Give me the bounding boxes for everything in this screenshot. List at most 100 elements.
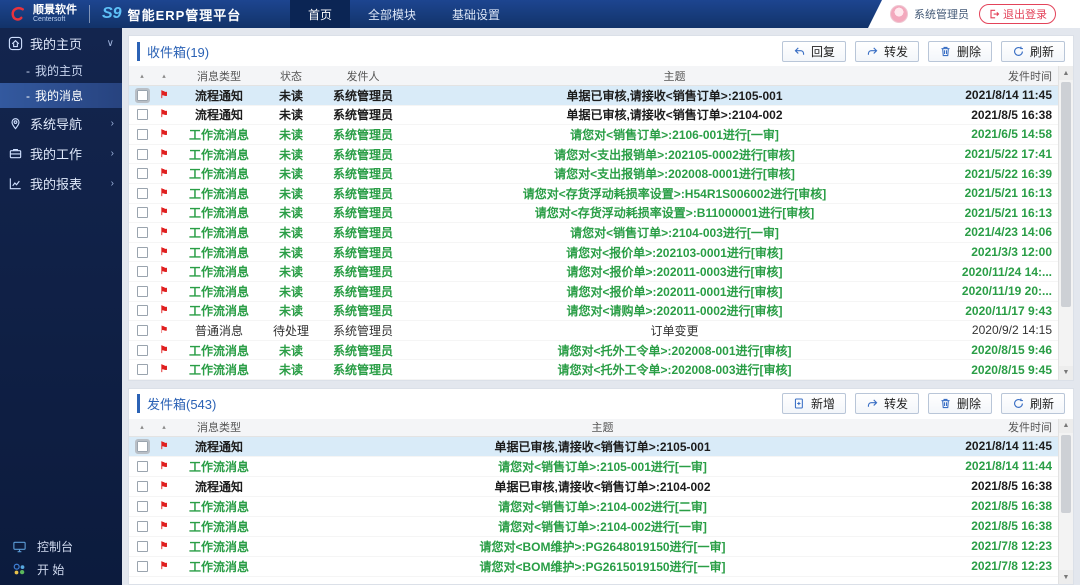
tab-basic-settings[interactable]: 基础设置 bbox=[434, 0, 518, 28]
new-button[interactable]: 新增 bbox=[782, 393, 846, 414]
row-checkbox[interactable] bbox=[137, 441, 148, 452]
table-row[interactable]: ⚑ 工作流消息 未读 系统管理员 请您对<报价单>:202103-0001进行[… bbox=[129, 243, 1058, 263]
row-checkbox[interactable] bbox=[137, 561, 148, 572]
column-header-status[interactable]: 状态 bbox=[265, 68, 317, 84]
table-row[interactable]: ⚑ 流程通知 未读 系统管理员 单据已审核,请接收<销售订单>:2105-001… bbox=[129, 86, 1058, 106]
tab-all-modules[interactable]: 全部模块 bbox=[350, 0, 434, 28]
row-checkbox[interactable] bbox=[137, 188, 148, 199]
message-subject[interactable]: 请您对<BOM维护>:PG2615019150进行[一审] bbox=[265, 558, 940, 575]
message-subject[interactable]: 请您对<销售订单>:2106-001进行[一审] bbox=[409, 126, 940, 143]
table-row[interactable]: ⚑ 工作流消息 未读 系统管理员 请您对<存货浮动耗损率设置>:H54R1S00… bbox=[129, 184, 1058, 204]
message-subject[interactable]: 请您对<托外工令单>:202008-001进行[审核] bbox=[409, 342, 940, 359]
scroll-down-icon[interactable]: ▼ bbox=[1059, 570, 1073, 584]
table-row[interactable]: ⚑ 工作流消息 未读 系统管理员 请您对<支出报销单>:202008-0001进… bbox=[129, 164, 1058, 184]
reply-button[interactable]: 回复 bbox=[782, 41, 846, 62]
sidebar-item-my-home[interactable]: 我的主页 ∨ bbox=[0, 28, 122, 58]
sidebar-item-my-work[interactable]: 我的工作 › bbox=[0, 138, 122, 168]
flag-column-icon[interactable]: ▴ bbox=[155, 72, 173, 80]
table-row[interactable]: ⚑ 工作流消息 未读 系统管理员 请您对<报价单>:202011-0003进行[… bbox=[129, 262, 1058, 282]
table-row[interactable]: ⚑ 工作流消息 未读 系统管理员 请您对<销售订单>:2106-001进行[一审… bbox=[129, 125, 1058, 145]
scrollbar-thumb[interactable] bbox=[1061, 82, 1071, 307]
row-checkbox[interactable] bbox=[137, 481, 148, 492]
refresh-button[interactable]: 刷新 bbox=[1001, 393, 1065, 414]
table-row[interactable]: ⚑ 工作流消息 请您对<BOM维护>:PG2648019150进行[一审] 20… bbox=[129, 537, 1058, 557]
inbox-scrollbar[interactable]: ▲ ▼ bbox=[1058, 66, 1073, 380]
message-subject[interactable]: 请您对<BOM维护>:PG2648019150进行[一审] bbox=[265, 538, 940, 555]
table-row[interactable]: ⚑ 工作流消息 未读 系统管理员 请您对<托外工令单>:202008-003进行… bbox=[129, 360, 1058, 380]
table-row[interactable]: ⚑ 工作流消息 请您对<BOM维护>:PG2615019150进行[一审] 20… bbox=[129, 557, 1058, 577]
row-checkbox[interactable] bbox=[137, 207, 148, 218]
row-checkbox[interactable] bbox=[137, 266, 148, 277]
message-subject[interactable]: 请您对<销售订单>:2104-002进行[一审] bbox=[265, 518, 940, 535]
message-subject[interactable]: 请您对<销售订单>:2104-003进行[一审] bbox=[409, 224, 940, 241]
table-row[interactable]: ⚑ 流程通知 未读 系统管理员 单据已审核,请接收<销售订单>:2104-002… bbox=[129, 106, 1058, 126]
row-checkbox[interactable] bbox=[137, 541, 148, 552]
message-subject[interactable]: 订单变更 bbox=[409, 322, 940, 339]
row-checkbox[interactable] bbox=[137, 305, 148, 316]
row-checkbox[interactable] bbox=[137, 345, 148, 356]
message-subject[interactable]: 请您对<报价单>:202103-0001进行[审核] bbox=[409, 244, 940, 261]
table-row[interactable]: ⚑ 工作流消息 请您对<销售订单>:2104-002进行[二审] 2021/8/… bbox=[129, 497, 1058, 517]
table-row[interactable]: ⚑ 工作流消息 未读 系统管理员 请您对<存货浮动耗损率设置>:B1100000… bbox=[129, 204, 1058, 224]
start-button[interactable]: 开 始 bbox=[0, 558, 122, 581]
row-checkbox[interactable] bbox=[137, 168, 148, 179]
row-checkbox[interactable] bbox=[137, 364, 148, 375]
table-row[interactable]: ⚑ 工作流消息 未读 系统管理员 请您对<销售订单>:2104-003进行[一审… bbox=[129, 223, 1058, 243]
column-header-time[interactable]: 发件时间 bbox=[940, 419, 1058, 435]
message-subject[interactable]: 单据已审核,请接收<销售订单>:2105-001 bbox=[409, 87, 940, 104]
message-subject[interactable]: 请您对<报价单>:202011-0003进行[审核] bbox=[409, 263, 940, 280]
table-row[interactable]: ⚑ 工作流消息 请您对<销售订单>:2105-001进行[一审] 2021/8/… bbox=[129, 457, 1058, 477]
scroll-up-icon[interactable]: ▲ bbox=[1059, 419, 1073, 433]
message-subject[interactable]: 请您对<支出报销单>:202105-0002进行[审核] bbox=[409, 146, 940, 163]
scroll-down-icon[interactable]: ▼ bbox=[1059, 366, 1073, 380]
message-subject[interactable]: 请您对<支出报销单>:202008-0001进行[审核] bbox=[409, 165, 940, 182]
row-checkbox[interactable] bbox=[137, 129, 148, 140]
message-subject[interactable]: 单据已审核,请接收<销售订单>:2104-002 bbox=[265, 478, 940, 495]
row-checkbox[interactable] bbox=[137, 109, 148, 120]
table-row[interactable]: ⚑ 工作流消息 请您对<销售订单>:2104-002进行[一审] 2021/8/… bbox=[129, 517, 1058, 537]
message-subject[interactable]: 请您对<存货浮动耗损率设置>:H54R1S006002进行[审核] bbox=[409, 185, 940, 202]
scroll-up-icon[interactable]: ▲ bbox=[1059, 66, 1073, 80]
row-checkbox[interactable] bbox=[137, 501, 148, 512]
table-row[interactable]: ⚑ 工作流消息 未读 系统管理员 请您对<支出报销单>:202105-0002进… bbox=[129, 145, 1058, 165]
column-header-subject[interactable]: 主题 bbox=[409, 68, 940, 84]
table-row[interactable]: ⚑ 工作流消息 未读 系统管理员 请您对<请购单>:202011-0002进行[… bbox=[129, 302, 1058, 322]
message-subject[interactable]: 单据已审核,请接收<销售订单>:2105-001 bbox=[265, 438, 940, 455]
row-checkbox[interactable] bbox=[137, 247, 148, 258]
outbox-scrollbar[interactable]: ▲ ▼ bbox=[1058, 419, 1073, 584]
row-checkbox[interactable] bbox=[137, 149, 148, 160]
delete-button[interactable]: 删除 bbox=[928, 393, 992, 414]
delete-button[interactable]: 删除 bbox=[928, 41, 992, 62]
forward-button[interactable]: 转发 bbox=[855, 393, 919, 414]
message-subject[interactable]: 请您对<销售订单>:2104-002进行[二审] bbox=[265, 498, 940, 515]
message-subject[interactable]: 请您对<销售订单>:2105-001进行[一审] bbox=[265, 458, 940, 475]
table-row[interactable]: ⚑ 流程通知 单据已审核,请接收<销售订单>:2105-001 2021/8/1… bbox=[129, 437, 1058, 457]
message-subject[interactable]: 请您对<请购单>:202011-0002进行[审核] bbox=[409, 302, 940, 319]
row-checkbox[interactable] bbox=[137, 461, 148, 472]
table-row[interactable]: ⚑ 流程通知 单据已审核,请接收<销售订单>:2104-002 2021/8/5… bbox=[129, 477, 1058, 497]
row-checkbox[interactable] bbox=[137, 227, 148, 238]
message-subject[interactable]: 单据已审核,请接收<销售订单>:2104-002 bbox=[409, 106, 940, 123]
message-subject[interactable]: 请您对<报价单>:202011-0001进行[审核] bbox=[409, 283, 940, 300]
column-header-type[interactable]: 消息类型 bbox=[173, 419, 265, 435]
row-checkbox[interactable] bbox=[137, 90, 148, 101]
flag-column-icon[interactable]: ▴ bbox=[155, 423, 173, 431]
row-checkbox[interactable] bbox=[137, 286, 148, 297]
sidebar-item-my-reports[interactable]: 我的报表 › bbox=[0, 168, 122, 198]
column-header-type[interactable]: 消息类型 bbox=[173, 68, 265, 84]
scrollbar-thumb[interactable] bbox=[1061, 435, 1071, 513]
sidebar-subitem-my-home[interactable]: - 我的主页 bbox=[0, 58, 122, 83]
priority-column-icon[interactable]: ▴ bbox=[129, 423, 155, 431]
column-header-time[interactable]: 发件时间 bbox=[940, 68, 1058, 84]
message-subject[interactable]: 请您对<托外工令单>:202008-003进行[审核] bbox=[409, 361, 940, 378]
console-button[interactable]: 控制台 bbox=[0, 535, 122, 558]
sidebar-item-system-nav[interactable]: 系统导航 › bbox=[0, 108, 122, 138]
refresh-button[interactable]: 刷新 bbox=[1001, 41, 1065, 62]
avatar[interactable] bbox=[890, 5, 908, 23]
logout-button[interactable]: 退出登录 bbox=[979, 4, 1056, 24]
row-checkbox[interactable] bbox=[137, 521, 148, 532]
table-row[interactable]: ⚑ 工作流消息 未读 系统管理员 请您对<报价单>:202011-0001进行[… bbox=[129, 282, 1058, 302]
row-checkbox[interactable] bbox=[137, 325, 148, 336]
column-header-subject[interactable]: 主题 bbox=[265, 419, 940, 435]
forward-button[interactable]: 转发 bbox=[855, 41, 919, 62]
